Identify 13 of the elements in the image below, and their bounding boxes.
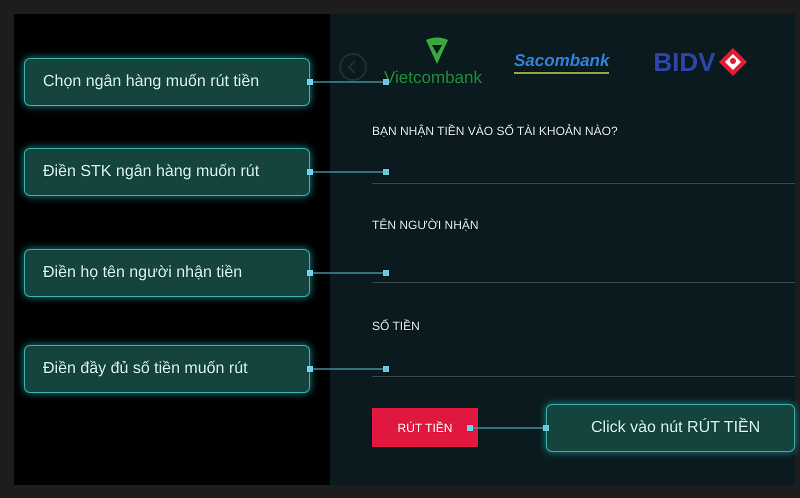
withdraw-button[interactable]: RÚT TIỀN [372, 408, 478, 447]
field-label: BẠN NHẬN TIỀN VÀO SỐ TÀI KHOẢN NÀO? [372, 124, 619, 138]
callout-label: Chọn ngân hàng muốn rút tiền [24, 58, 310, 106]
field-label: TÊN NGƯỜI NHẬN [372, 218, 480, 232]
logo-mark-icon [718, 47, 748, 77]
bank-option[interactable]: Vietcombank [384, 36, 484, 88]
callout-label: Click vào nút RÚT TIỀN [546, 404, 795, 452]
callout-label: Điền họ tên người nhận tiền [24, 249, 310, 297]
callout-label: Điền STK ngân hàng muốn rút [24, 148, 310, 196]
back-icon[interactable] [338, 52, 368, 82]
field-label: SỐ TIỀN [372, 319, 421, 333]
callout-label: Điền đầy đủ số tiền muốn rút [24, 345, 310, 393]
logo-mark-icon [424, 36, 450, 66]
